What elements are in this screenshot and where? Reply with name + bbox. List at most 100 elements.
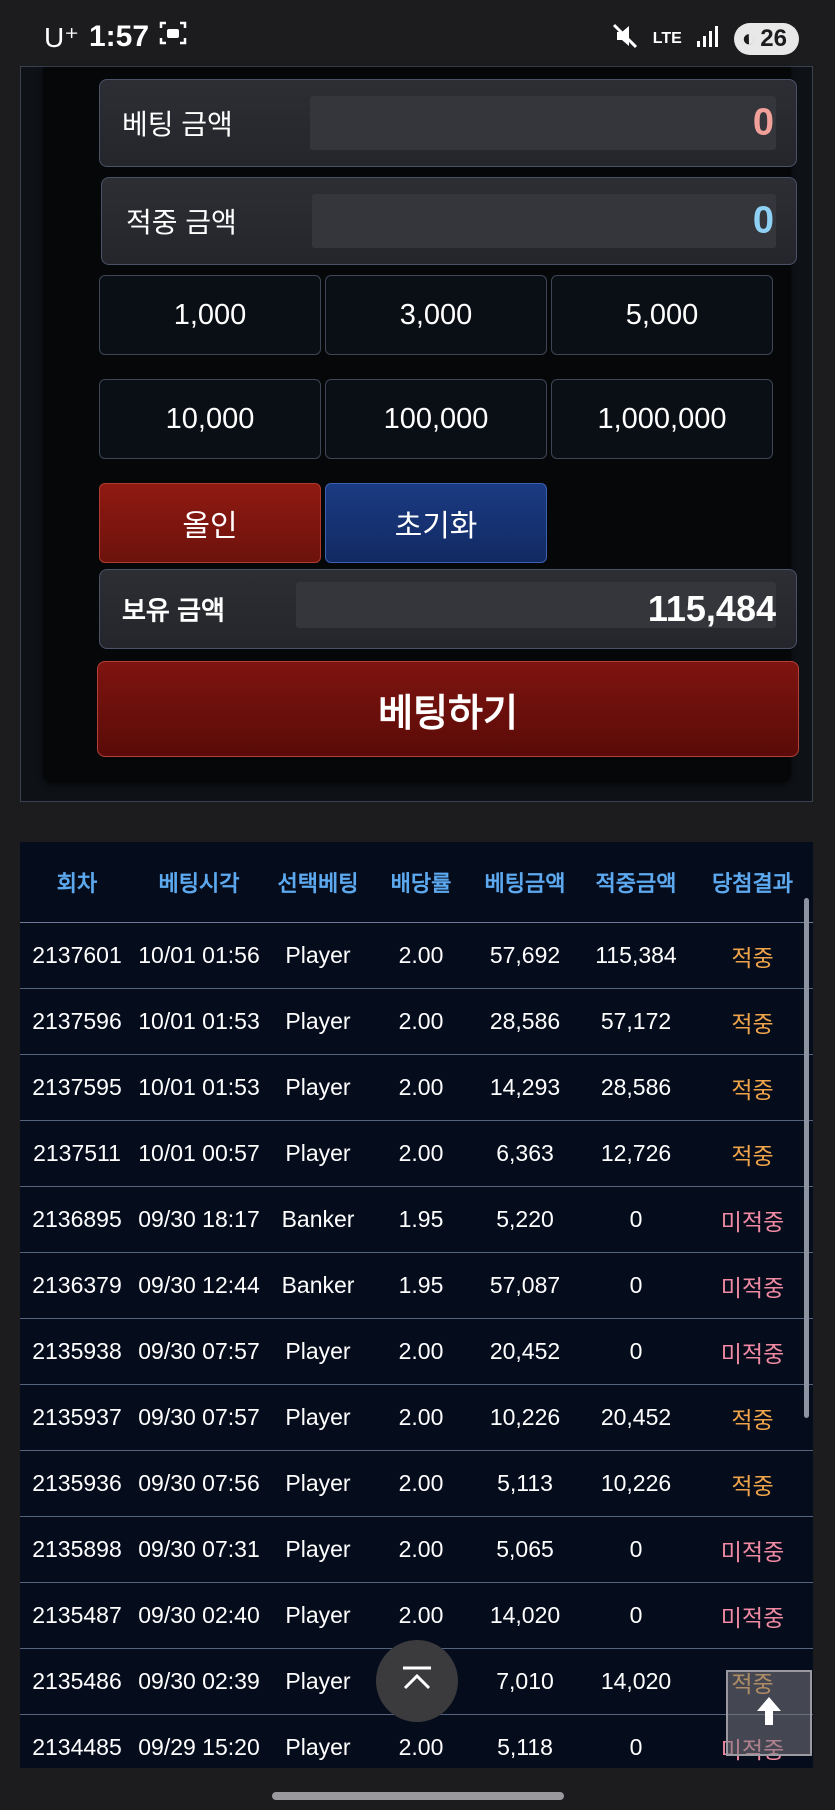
mute-icon xyxy=(611,22,639,55)
signal-icon xyxy=(696,24,720,53)
table-cell: 적중 xyxy=(692,988,813,1055)
table-cell: 7,010 xyxy=(470,1648,580,1715)
table-row: 2135937 09/30 07:57 Player 2.00 10,226 20,452… xyxy=(20,1384,813,1451)
table-cell: 2137511 xyxy=(20,1120,134,1187)
table-cell: Player xyxy=(264,1516,372,1583)
page-up-button[interactable] xyxy=(726,1670,812,1756)
table-cell: 2134485 xyxy=(20,1714,134,1768)
table-cell: 2.00 xyxy=(372,988,470,1055)
reset-button[interactable]: 초기화 xyxy=(325,483,547,563)
bet-amount-field[interactable]: 베팅 금액 0 xyxy=(99,79,797,167)
table-cell: Player xyxy=(264,1384,372,1451)
battery-level: 26 xyxy=(760,24,787,52)
table-cell: 0 xyxy=(580,1582,692,1649)
table-cell: 09/30 02:40 xyxy=(134,1582,264,1649)
carrier-label: U⁺ xyxy=(44,21,79,53)
table-row: 2135898 09/30 07:31 Player 2.00 5,065 0 미적중 xyxy=(20,1516,813,1583)
table-cell: 57,692 xyxy=(470,922,580,989)
table-cell: 5,113 xyxy=(470,1450,580,1517)
amount-button-5000[interactable]: 5,000 xyxy=(551,275,773,355)
amount-button-3000[interactable]: 3,000 xyxy=(325,275,547,355)
win-amount-field: 적중 금액 0 xyxy=(101,177,797,265)
table-cell: Player xyxy=(264,1318,372,1385)
column-header: 회차 xyxy=(20,842,134,923)
amount-button-1000000[interactable]: 1,000,000 xyxy=(551,379,773,459)
table-cell: 미적중 xyxy=(692,1252,813,1319)
table-cell: 2137595 xyxy=(20,1054,134,1121)
table-cell: 2.00 xyxy=(372,1450,470,1517)
clock: 1:57 xyxy=(89,20,150,53)
amount-button-1000[interactable]: 1,000 xyxy=(99,275,321,355)
table-row: 2137595 10/01 01:53 Player 2.00 14,293 28,586… xyxy=(20,1054,813,1121)
column-header: 적중금액 xyxy=(580,842,692,923)
column-header: 배당률 xyxy=(372,842,470,923)
table-cell: 0 xyxy=(580,1516,692,1583)
table-cell: 2136379 xyxy=(20,1252,134,1319)
table-header-row: 회차 베팅시각 선택베팅 배당률 베팅금액 적중금액 당첨결과 xyxy=(20,842,813,923)
table-cell: 1.95 xyxy=(372,1186,470,1253)
table-row: 2135936 09/30 07:56 Player 2.00 5,113 10,226 적… xyxy=(20,1450,813,1517)
table-cell: 10/01 00:57 xyxy=(134,1120,264,1187)
table-row: 2135487 09/30 02:40 Player 2.00 14,020 0 미적중 xyxy=(20,1582,813,1649)
table-cell: Banker xyxy=(264,1252,372,1319)
table-cell: 적중 xyxy=(692,1120,813,1187)
column-header: 당첨결과 xyxy=(692,842,813,923)
table-row: 2137601 10/01 01:56 Player 2.00 57,692 115,38… xyxy=(20,922,813,989)
scroll-top-button[interactable] xyxy=(376,1640,458,1722)
table-cell: 57,172 xyxy=(580,988,692,1055)
table-row: 213448509/29 15:20Player2.005,1180미적중 xyxy=(20,1714,813,1768)
navigation-area xyxy=(0,1768,835,1810)
table-cell: 115,384 xyxy=(580,922,692,989)
table-cell: 5,118 xyxy=(470,1714,580,1768)
balance-label: 보유 금액 xyxy=(122,595,225,626)
table-cell: 0 xyxy=(580,1714,692,1768)
bet-form: 베팅 금액 0 적중 금액 0 1,000 3,000 5,000 10,000… xyxy=(43,67,799,783)
win-amount-label: 적중 금액 xyxy=(126,207,237,238)
table-cell: 2.00 xyxy=(372,922,470,989)
table-cell: 09/29 15:20 xyxy=(134,1714,264,1768)
arrow-up-icon xyxy=(751,1693,787,1734)
table-cell: 2135937 xyxy=(20,1384,134,1451)
table-cell: 2.00 xyxy=(372,1516,470,1583)
table-cell: 2137596 xyxy=(20,988,134,1055)
table-cell: 57,087 xyxy=(470,1252,580,1319)
table-cell: 6,363 xyxy=(470,1120,580,1187)
table-cell: 09/30 07:56 xyxy=(134,1450,264,1517)
table-cell: 2135936 xyxy=(20,1450,134,1517)
table-cell: 10,226 xyxy=(470,1384,580,1451)
table-cell: Player xyxy=(264,922,372,989)
table-cell: 적중 xyxy=(692,1054,813,1121)
table-cell: 2137601 xyxy=(20,922,134,989)
table-cell: 2135487 xyxy=(20,1582,134,1649)
table-cell: 미적중 xyxy=(692,1318,813,1385)
place-bet-button[interactable]: 베팅하기 xyxy=(97,661,799,757)
table-cell: Player xyxy=(264,1120,372,1187)
table-row: 2136379 09/30 12:44 Banker 1.95 57,087 0 미적중 xyxy=(20,1252,813,1319)
table-cell: 2135898 xyxy=(20,1516,134,1583)
table-scrollbar[interactable] xyxy=(804,898,809,1418)
table-cell: 09/30 12:44 xyxy=(134,1252,264,1319)
battery-saver-icon: ◐ xyxy=(741,24,757,52)
table-cell: 09/30 07:57 xyxy=(134,1384,264,1451)
table-cell: 0 xyxy=(580,1186,692,1253)
column-header: 베팅금액 xyxy=(470,842,580,923)
table-cell: 12,726 xyxy=(580,1120,692,1187)
table-cell: 2.00 xyxy=(372,1714,470,1768)
battery-indicator: ◐ 26 xyxy=(733,22,799,55)
bet-panel: 베팅 금액 0 적중 금액 0 1,000 3,000 5,000 10,000… xyxy=(20,66,813,802)
home-indicator[interactable] xyxy=(272,1792,564,1800)
table-cell: 1.95 xyxy=(372,1252,470,1319)
amount-button-10000[interactable]: 10,000 xyxy=(99,379,321,459)
amount-button-100000[interactable]: 100,000 xyxy=(325,379,547,459)
table-cell: 2135938 xyxy=(20,1318,134,1385)
bet-amount-value: 0 xyxy=(752,101,774,144)
table-cell: 20,452 xyxy=(470,1318,580,1385)
table-cell: Player xyxy=(264,988,372,1055)
bet-amount-label: 베팅 금액 xyxy=(122,109,233,140)
table-cell: Banker xyxy=(264,1186,372,1253)
table-row: 2137511 10/01 00:57 Player 2.00 6,363 12,726 적… xyxy=(20,1120,813,1187)
column-header: 베팅시각 xyxy=(134,842,264,923)
table-cell: 2.00 xyxy=(372,1120,470,1187)
allin-button[interactable]: 올인 xyxy=(99,483,321,563)
table-cell: 적중 xyxy=(692,1450,813,1517)
